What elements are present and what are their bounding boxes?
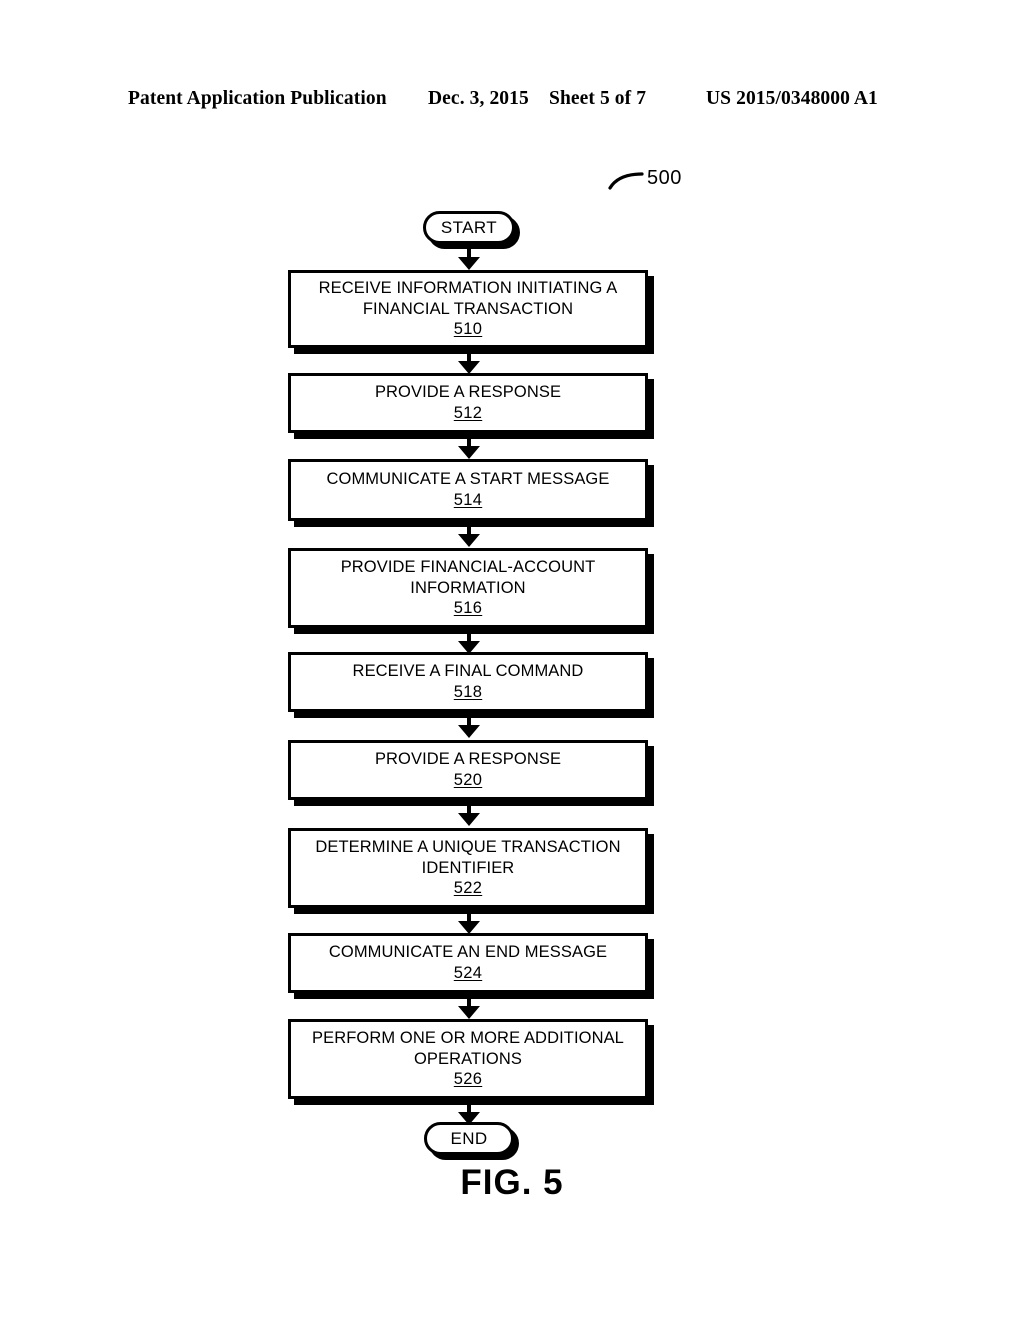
connector-522-to-524 [458,908,480,934]
flow-terminator-start: START [423,211,515,244]
connector-520-to-522 [458,800,480,826]
flow-node-524: COMMUNICATE AN END MESSAGE 524 [288,933,648,993]
flow-node-520-text: PROVIDE A RESPONSE [374,750,562,769]
connector-start-to-510 [458,244,480,270]
flow-node-522-number: 522 [453,879,483,897]
flow-node-510-number: 510 [453,320,483,338]
flow-node-524-number: 524 [453,963,483,982]
flow-node-520-number: 520 [453,770,483,789]
flow-node-526-number: 526 [453,1070,483,1088]
flow-node-522: DETERMINE A UNIQUE TRANSACTION IDENTIFIE… [288,828,648,908]
flow-node-524-text: COMMUNICATE AN END MESSAGE [328,943,608,962]
flow-node-526-text: PERFORM ONE OR MORE ADDITIONAL OPERATION… [312,1029,624,1068]
flow-node-512: PROVIDE A RESPONSE 512 [288,373,648,433]
flow-node-520: PROVIDE A RESPONSE 520 [288,740,648,800]
flow-node-518: RECEIVE A FINAL COMMAND 518 [288,652,648,712]
reference-numeral-500: 500 [647,167,682,189]
connector-524-to-526 [458,993,480,1019]
connector-514-to-516 [458,521,480,547]
connector-510-to-512 [458,348,480,374]
flowchart-figure: 500 START RECEIVE INFORMATION INITIATING… [0,0,1024,1320]
reference-leader-line [608,172,644,190]
connector-512-to-514 [458,433,480,459]
flow-node-514-number: 514 [453,490,483,509]
flow-node-514-text: COMMUNICATE A START MESSAGE [326,470,610,489]
figure-caption: FIG. 5 [460,1163,564,1202]
flow-node-516-text: PROVIDE FINANCIAL-ACCOUNT INFORMATION [340,558,596,597]
flow-node-516-number: 516 [453,599,483,617]
flow-node-512-number: 512 [453,403,483,422]
flow-terminator-end-label: END [450,1129,488,1148]
flow-node-510-text: RECEIVE INFORMATION INITIATING A FINANCI… [318,279,618,318]
flow-node-522-text: DETERMINE A UNIQUE TRANSACTION IDENTIFIE… [315,838,621,877]
connector-516-to-518 [458,628,480,654]
flow-node-510: RECEIVE INFORMATION INITIATING A FINANCI… [288,270,648,348]
flow-node-512-text: PROVIDE A RESPONSE [374,383,562,402]
flow-node-514: COMMUNICATE A START MESSAGE 514 [288,459,648,521]
flow-node-526: PERFORM ONE OR MORE ADDITIONAL OPERATION… [288,1019,648,1099]
flow-node-518-number: 518 [453,682,483,701]
flow-node-518-text: RECEIVE A FINAL COMMAND [352,662,584,681]
connector-518-to-520 [458,712,480,738]
flow-terminator-end: END [424,1122,514,1155]
flow-node-516: PROVIDE FINANCIAL-ACCOUNT INFORMATION 51… [288,548,648,628]
flow-terminator-start-label: START [440,218,498,237]
